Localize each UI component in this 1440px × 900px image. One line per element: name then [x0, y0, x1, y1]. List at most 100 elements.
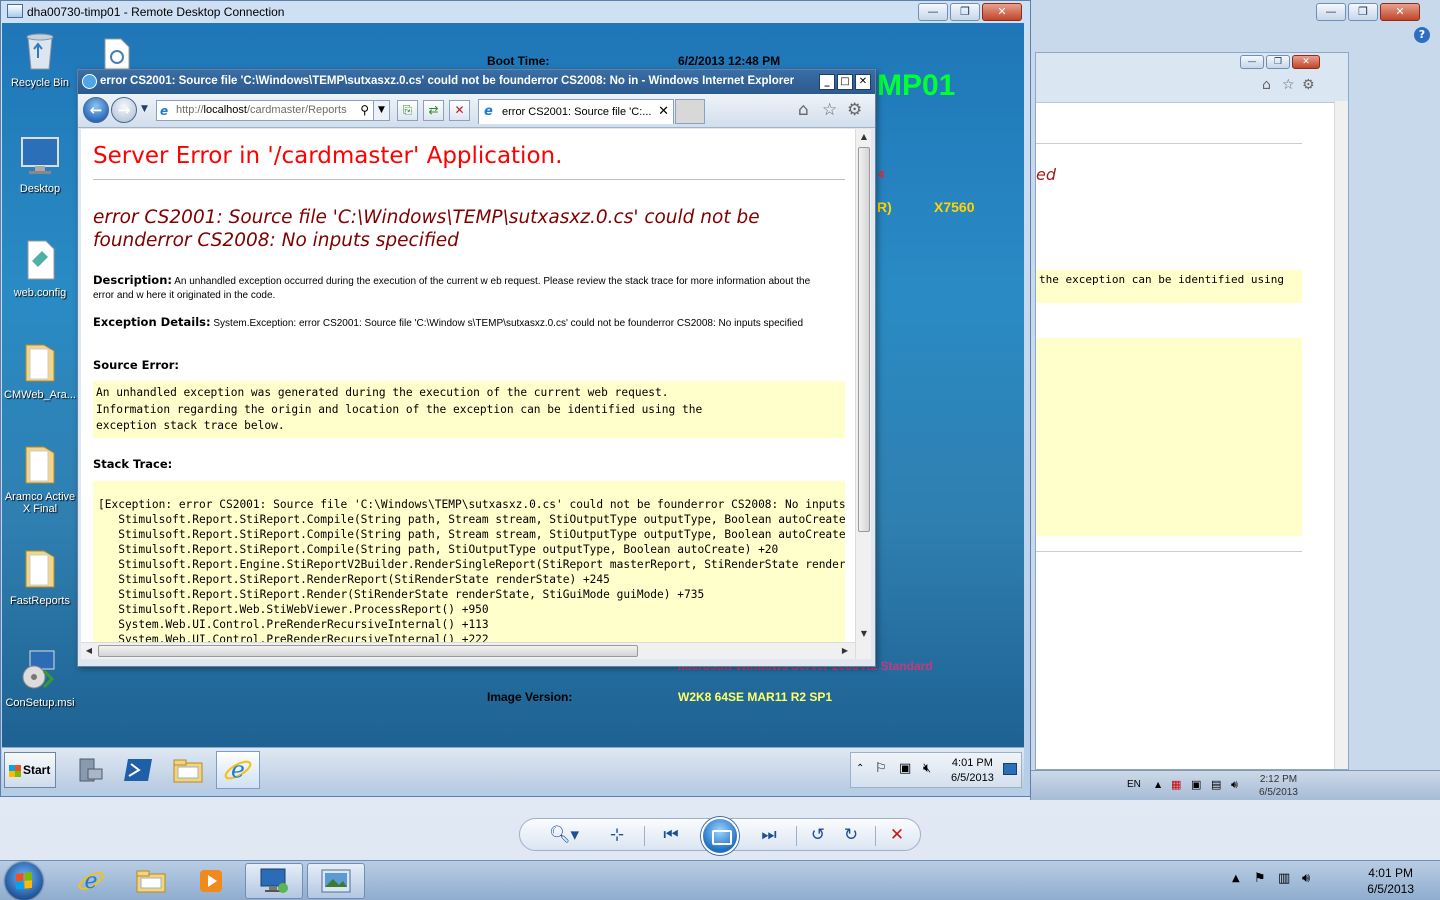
show-desktop-icon[interactable]	[1003, 763, 1017, 775]
compatibility-view-icon[interactable]: ⎘	[397, 100, 418, 121]
desktop-icon-fastreports[interactable]: FastReports	[2, 547, 78, 607]
scroll-thumb[interactable]	[858, 147, 870, 532]
close-button[interactable]: ✕	[1380, 3, 1420, 21]
zoom-icon[interactable]: 🔍︎▾	[542, 824, 586, 846]
desktop-icon-cmweb[interactable]: CMWeb_Ara...	[2, 341, 78, 401]
close-button[interactable]: ✕	[982, 3, 1022, 21]
desktop-icon-aramco[interactable]: Aramco Active X Final	[2, 443, 78, 515]
ie-taskbar-icon[interactable]: e	[216, 751, 260, 789]
taskbar-media-player-icon[interactable]	[182, 863, 240, 899]
desktop-icon-desktop[interactable]: Desktop	[2, 135, 78, 195]
tray-icon[interactable]: ▣	[1191, 778, 1201, 791]
scroll-right-icon[interactable]: ▶	[838, 644, 852, 658]
forward-button[interactable]: →	[111, 97, 137, 123]
actual-size-icon[interactable]: ⊹	[606, 824, 628, 846]
restore-button[interactable]: ❐	[1266, 55, 1290, 69]
host-clock-time: 4:01 PM	[1368, 866, 1413, 880]
scroll-down-icon[interactable]: ▼	[857, 627, 871, 641]
cpu-model: X7560	[934, 199, 975, 215]
background-clock-time: 2:12 PM	[1259, 774, 1298, 785]
rotate-left-icon[interactable]: ↺	[807, 824, 829, 846]
stack-trace-fragment	[1036, 338, 1302, 536]
tray-expand-icon[interactable]: ⌃	[856, 763, 864, 774]
taskbar-photo-viewer-icon[interactable]	[307, 863, 365, 899]
folder-icon	[25, 550, 55, 588]
address-text: http://localhost/cardmaster/Reports	[176, 104, 347, 116]
tab-close-icon[interactable]: ✕	[658, 104, 669, 119]
horizontal-scrollbar[interactable]: ◀ ▶	[81, 642, 855, 659]
start-button[interactable]: Start	[4, 752, 56, 788]
minimize-button[interactable]: —	[1240, 55, 1264, 69]
error-title: error CS2001: Source file 'C:\Windows\TE…	[93, 207, 760, 251]
minimize-button[interactable]: —	[918, 3, 948, 21]
help-icon[interactable]: ?	[1414, 27, 1430, 43]
home-icon[interactable]: ⌂	[1262, 77, 1271, 93]
background-clock[interactable]: 2:12 PM 6/5/2013	[1259, 773, 1298, 799]
scroll-up-icon[interactable]: ▲	[857, 130, 871, 144]
desktop-icon-label: Desktop	[19, 183, 61, 195]
volume-icon[interactable]: 🔊︎	[1231, 778, 1238, 792]
remote-desktop-icon	[7, 4, 23, 18]
new-tab-button[interactable]	[675, 99, 705, 124]
start-orb[interactable]	[5, 862, 43, 900]
back-button[interactable]: ←	[83, 97, 109, 123]
tray-expand-icon[interactable]: ▲	[1232, 873, 1240, 884]
desktop-icon-web-config[interactable]: web.config	[2, 239, 78, 299]
vertical-scrollbar[interactable]: ▲ ▼	[855, 129, 871, 659]
desktop-icon-recycle-bin[interactable]: Recycle Bin	[2, 29, 78, 89]
explorer-icon[interactable]	[166, 751, 210, 789]
favorites-icon[interactable]: ☆	[1282, 77, 1295, 93]
favorites-icon[interactable]: ☆	[822, 102, 837, 119]
minimize-button[interactable]: _	[819, 74, 835, 90]
scroll-left-icon[interactable]: ◀	[82, 644, 96, 658]
restore-button[interactable]: ❐	[1348, 3, 1378, 21]
delete-icon[interactable]: ✕	[886, 824, 908, 846]
desktop-icon-consetup[interactable]: ConSetup.msi	[2, 649, 78, 709]
page-icon: e	[160, 104, 169, 118]
remote-clock[interactable]: 4:01 PM 6/5/2013	[951, 756, 994, 786]
server-manager-icon[interactable]	[68, 751, 112, 789]
powershell-icon[interactable]	[116, 751, 160, 789]
stop-icon[interactable]: ✕	[449, 100, 470, 121]
tray-icon[interactable]: ▤	[1211, 778, 1221, 791]
next-icon[interactable]: ⏭	[758, 824, 780, 846]
network-icon[interactable]: ▣	[899, 761, 911, 776]
refresh-icon[interactable]: ⇄	[423, 100, 444, 121]
exception-details-label: Exception Details:	[93, 315, 211, 329]
action-center-flag-icon[interactable]: ⚐	[875, 761, 887, 776]
previous-icon[interactable]: ⏮	[660, 824, 682, 846]
close-button[interactable]: ✕	[855, 74, 871, 90]
rotate-right-icon[interactable]: ↻	[840, 824, 862, 846]
action-center-flag-icon[interactable]: ⚑	[1254, 871, 1266, 886]
host-clock[interactable]: 4:01 PM 6/5/2013	[1367, 865, 1414, 897]
taskbar-ie-icon[interactable]: e	[62, 863, 120, 899]
background-remote-window: — ❐ ✕ ? — ❐ ✕ ⌂ ☆ ⚙ ed the exception can…	[1030, 0, 1440, 800]
home-icon[interactable]: ⌂	[798, 102, 809, 119]
close-button[interactable]: ✕	[1292, 55, 1320, 69]
search-icon[interactable]: ⚲	[360, 103, 369, 117]
address-bar[interactable]: e http://localhost/cardmaster/Reports ⚲ …	[156, 100, 390, 121]
settings-gear-icon[interactable]: ⚙	[1302, 77, 1315, 93]
remote-desktop-surface: Recycle Bin Desktop web.config CMWeb_Ara…	[2, 23, 1024, 791]
taskbar-remote-desktop-icon[interactable]	[245, 863, 303, 899]
taskbar-explorer-icon[interactable]	[122, 863, 180, 899]
network-icon[interactable]: ▥	[1278, 871, 1290, 886]
slideshow-button[interactable]	[701, 817, 739, 855]
exception-details-paragraph: Exception Details: System.Exception: err…	[93, 315, 833, 331]
host-system-tray: ▲ ⚑ ▥ 🔊︎ 4:01 PM 6/5/2013	[1218, 861, 1428, 900]
tray-expand-icon[interactable]: ▲	[1155, 780, 1161, 789]
network-error-icon[interactable]: ▦	[1171, 778, 1181, 791]
scroll-thumb[interactable]	[98, 645, 638, 657]
vertical-scrollbar[interactable]	[1334, 101, 1348, 769]
minimize-button[interactable]: —	[1316, 3, 1346, 21]
volume-muted-icon[interactable]: 🔇︎	[923, 761, 931, 776]
restore-button[interactable]: ❐	[950, 3, 980, 21]
language-indicator[interactable]: EN	[1127, 779, 1141, 790]
browser-tab[interactable]: e error CS2001: Source file 'C:... ✕	[478, 99, 674, 124]
desktop-shortcut-icon[interactable]	[101, 37, 133, 71]
address-dropdown-icon[interactable]: ▼	[373, 101, 389, 120]
maximize-button[interactable]: □	[837, 74, 853, 90]
recent-pages-icon[interactable]: ▼	[141, 104, 148, 114]
volume-icon[interactable]: 🔊︎	[1302, 871, 1310, 886]
tools-gear-icon[interactable]: ⚙	[847, 102, 862, 119]
